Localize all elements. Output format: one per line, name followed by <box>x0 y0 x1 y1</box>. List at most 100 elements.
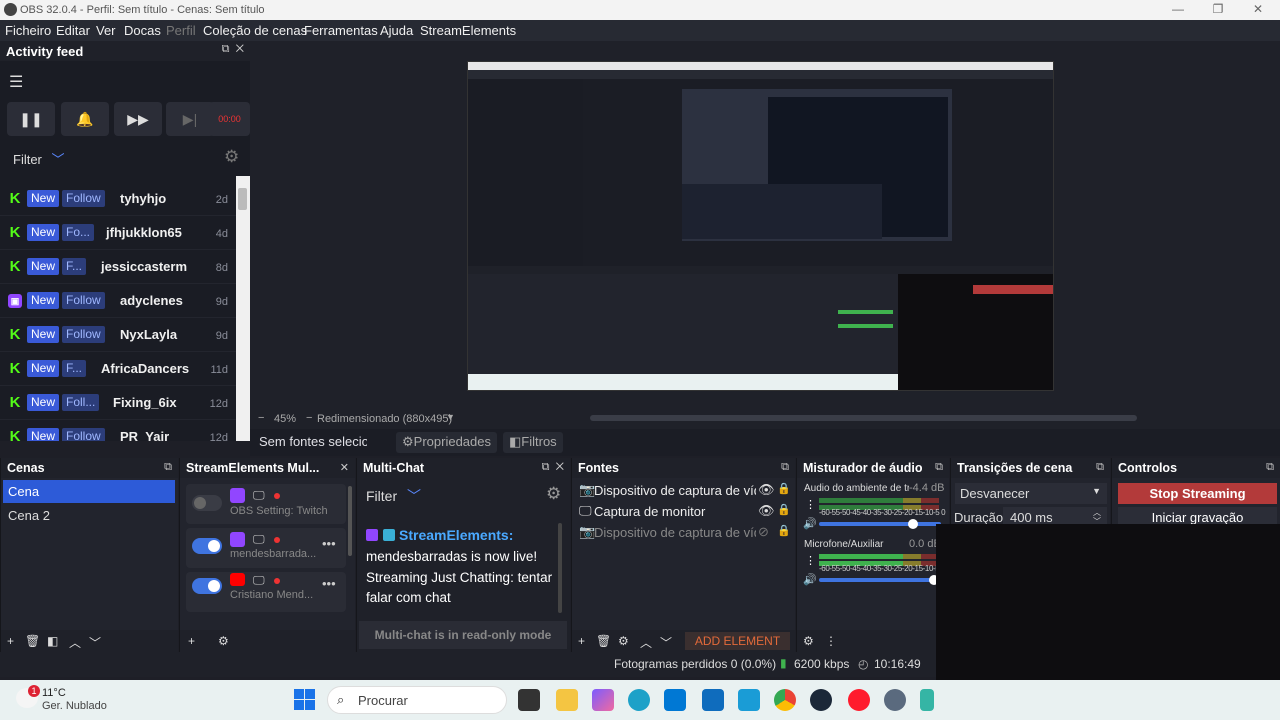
transition-select[interactable]: Desvanecer ▼ <box>955 483 1107 504</box>
move-up-icon[interactable]: ︿ <box>69 634 81 651</box>
menu-ficheiro[interactable]: Ficheiro <box>5 23 51 38</box>
lock-icon[interactable]: 🔒 <box>777 482 791 495</box>
move-up-icon[interactable]: ︿ <box>640 634 652 651</box>
dock-float-icon[interactable]: ⧉ <box>1266 461 1274 474</box>
settings-gear-icon[interactable]: ⚙ <box>546 484 561 504</box>
settings-icon[interactable] <box>884 689 906 711</box>
speaker-icon[interactable]: 🔊 <box>803 517 817 530</box>
edge-icon[interactable] <box>628 689 650 711</box>
feed-item[interactable]: K New Fo... jfhjukklon65 4d <box>0 216 236 250</box>
settings-icon[interactable]: ⚙ <box>218 634 229 648</box>
more-options-icon[interactable]: ⋮ <box>805 554 816 567</box>
eye-icon[interactable]: 👁 <box>758 503 775 519</box>
remove-scene-icon[interactable]: 🗑 <box>25 634 40 648</box>
copilot-icon[interactable] <box>592 689 614 711</box>
remove-source-icon[interactable]: 🗑 <box>596 634 611 648</box>
menu-streamelements[interactable]: StreamElements <box>420 23 516 38</box>
multistream-toggle-1[interactable] <box>192 538 222 554</box>
zoom-minus-icon[interactable]: − <box>258 412 264 424</box>
menu-ajuda[interactable]: Ajuda <box>380 23 413 38</box>
advanced-audio-icon[interactable]: ⚙ <box>803 634 814 648</box>
menu-editar[interactable]: Editar <box>56 23 90 38</box>
more-options-icon[interactable]: ⋮ <box>825 634 837 648</box>
file-explorer-icon[interactable] <box>556 689 578 711</box>
menu-docas[interactable]: Docas <box>124 23 161 38</box>
steam-icon[interactable] <box>810 689 832 711</box>
maximize-icon[interactable]: ❐ <box>1198 2 1238 16</box>
opera-icon[interactable] <box>848 689 870 711</box>
lock-icon[interactable]: 🔒 <box>777 503 791 516</box>
close-icon[interactable]: ✕ <box>1238 2 1278 16</box>
feed-item[interactable]: ▣ New Follow adyclenes 9d <box>0 284 236 318</box>
volume-slider-0[interactable] <box>819 519 941 529</box>
preview-canvas[interactable] <box>467 61 1054 391</box>
feed-item[interactable]: K New Follow tyhyhjo 2d <box>0 182 236 216</box>
bell-button[interactable]: 🔔 <box>61 102 109 136</box>
skip-forward-button[interactable]: ▶▶ <box>114 102 162 136</box>
move-down-icon[interactable]: ﹀ <box>89 634 101 651</box>
multistream-toggle-0[interactable] <box>192 495 222 511</box>
properties-button[interactable]: ⚙Propriedades <box>396 432 497 453</box>
source-item-0[interactable]: Dispositivo de captura de vídeo <box>594 483 756 498</box>
task-view-icon[interactable] <box>518 689 540 711</box>
source-item-2[interactable]: Dispositivo de captura de vídeo <box>594 525 756 540</box>
lock-icon[interactable]: 🔒 <box>777 524 791 537</box>
feed-item[interactable]: K New F... AfricaDancers 11d <box>0 352 236 386</box>
eye-hidden-icon[interactable]: ⊘ <box>758 524 769 540</box>
menu-ver[interactable]: Ver <box>96 23 116 38</box>
dock-float-icon[interactable]: ⧉ <box>1096 461 1104 474</box>
chrome-icon[interactable] <box>774 689 796 711</box>
settings-gear-icon[interactable]: ⚙ <box>224 147 239 167</box>
scene-item-cena[interactable]: Cena <box>3 480 175 503</box>
windows-start-icon[interactable] <box>294 689 316 711</box>
add-scene-icon[interactable]: + <box>7 634 14 648</box>
menu-ferramentas[interactable]: Ferramentas <box>304 23 378 38</box>
multichat-filter[interactable]: Filter ﹀ <box>366 486 421 506</box>
add-element-button[interactable]: ADD ELEMENT <box>685 632 790 650</box>
feed-item[interactable]: K New Follow NyxLayla 9d <box>0 318 236 352</box>
feed-scrollbar[interactable] <box>236 176 250 441</box>
more-options-icon[interactable]: ⋮ <box>805 498 816 511</box>
add-icon[interactable]: + <box>188 634 195 648</box>
timer-button[interactable]: 00:00 <box>209 102 250 136</box>
filters-button[interactable]: ◧Filtros <box>503 432 563 453</box>
outlook-icon[interactable] <box>664 689 686 711</box>
dock-float-close-icons[interactable]: ⧉ ✕ <box>222 43 244 56</box>
taskbar-search[interactable]: ⌕ Procurar <box>327 686 507 714</box>
more-options-icon[interactable]: ••• <box>322 536 336 551</box>
stop-streaming-button[interactable]: Stop Streaming <box>1118 483 1277 504</box>
source-item-1[interactable]: Captura de monitor <box>594 504 756 519</box>
filters-icon[interactable]: ◧ <box>47 634 58 648</box>
feed-item[interactable]: K New Follow PR_Yair 12d <box>0 420 236 441</box>
preview-hscrollbar[interactable] <box>590 415 1137 421</box>
volume-slider-1[interactable] <box>819 575 941 585</box>
dock-float-icon[interactable]: ⧉ <box>164 461 172 474</box>
dock-float-icon[interactable]: ⧉ <box>781 461 789 474</box>
feed-item[interactable]: K New Foll... Fixing_6ix 12d <box>0 386 236 420</box>
eye-icon[interactable]: 👁 <box>758 482 775 498</box>
app-icon[interactable] <box>738 689 760 711</box>
menu-colecao-cenas[interactable]: Coleção de cenas <box>203 23 307 38</box>
store-icon[interactable] <box>702 689 724 711</box>
source-settings-icon[interactable]: ⚙ <box>618 634 629 648</box>
filter-dropdown[interactable]: Filter ﹀ <box>13 149 65 168</box>
multistream-toggle-2[interactable] <box>192 578 222 594</box>
more-options-icon[interactable]: ••• <box>322 576 336 591</box>
dock-close-icon[interactable]: ✕ <box>340 461 349 474</box>
app-icon-partial[interactable] <box>920 689 934 711</box>
skip-end-button[interactable]: ▶| <box>166 102 214 136</box>
scene-item-cena-2[interactable]: Cena 2 <box>3 504 175 527</box>
speaker-icon[interactable]: 🔊 <box>803 573 817 586</box>
move-down-icon[interactable]: ﹀ <box>660 634 672 651</box>
add-source-icon[interactable]: + <box>578 634 585 648</box>
multistream-scrollbar[interactable] <box>348 486 352 556</box>
hamburger-menu-icon[interactable]: ☰ <box>9 72 23 92</box>
dock-float-icon[interactable]: ⧉ <box>935 461 943 474</box>
pause-button[interactable]: ❚❚ <box>7 102 55 136</box>
menu-perfil[interactable]: Perfil <box>166 23 196 38</box>
chat-scrollbar[interactable] <box>558 523 562 613</box>
zoom-plus-icon[interactable]: − <box>306 412 312 424</box>
resize-dropdown-icon[interactable]: ▼ <box>446 412 455 422</box>
minimize-icon[interactable]: — <box>1158 2 1198 16</box>
feed-item[interactable]: K New F... jessiccasterm 8d <box>0 250 236 284</box>
